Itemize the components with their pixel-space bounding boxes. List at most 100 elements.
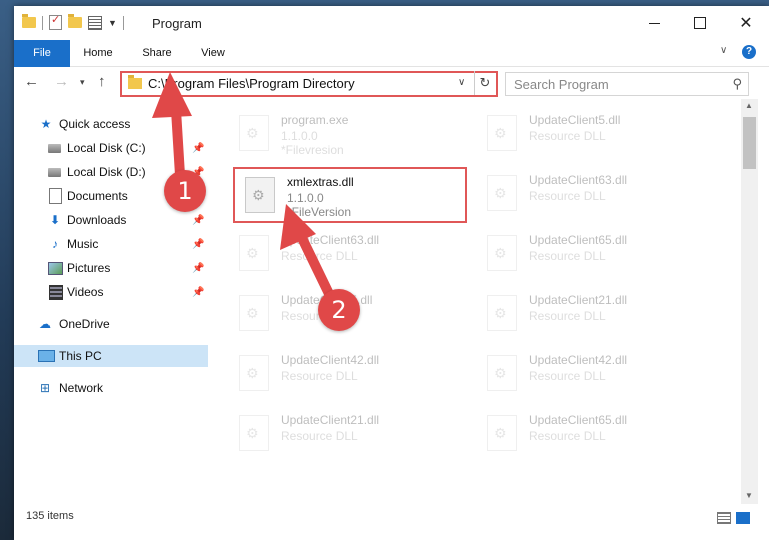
file-description: Resource DLL	[529, 309, 606, 323]
file-name: UpdateClient5.dll	[529, 113, 621, 127]
file-icon	[487, 295, 517, 331]
file-version: 1.1.0.0	[287, 191, 324, 205]
file-item[interactable]: UpdateClient42.dll Resource DLL	[229, 347, 459, 399]
vertical-scrollbar[interactable]: ▲ ▼	[741, 99, 758, 504]
toolbar-divider	[42, 15, 43, 30]
up-arrow-icon[interactable]: ↑	[98, 73, 106, 90]
file-name: UpdateClient42.dll	[281, 353, 380, 367]
address-bar[interactable]: C:\Program Files\Program Directory ∨ ↻	[120, 71, 498, 97]
pin-icon[interactable]: 📌	[192, 239, 204, 250]
file-name: UpdateClient65.dll	[529, 413, 628, 427]
sidebar-item-videos[interactable]: Videos 📌	[14, 281, 208, 303]
expand-ribbon-chevron-icon[interactable]: ∨	[720, 45, 727, 56]
search-icon[interactable]: ⚲	[732, 76, 742, 92]
file-icon	[487, 115, 517, 151]
picture-icon	[48, 261, 63, 275]
sidebar-item-label: Documents	[67, 189, 128, 203]
customize-toolbar-arrow-icon[interactable]: ▼	[108, 18, 117, 28]
sidebar-item-this-pc[interactable]: This PC	[14, 345, 208, 367]
scroll-down-arrow-icon[interactable]: ▼	[745, 491, 753, 500]
file-description: Resource DLL	[529, 249, 606, 263]
sidebar-item-label: Videos	[67, 285, 104, 299]
back-arrow-icon[interactable]: ←	[24, 73, 39, 90]
close-button[interactable]: ✕	[723, 6, 769, 40]
refresh-icon[interactable]: ↻	[474, 71, 495, 95]
step-1-badge: 1	[164, 170, 206, 212]
sidebar-item-label: Pictures	[67, 261, 111, 275]
minimize-button[interactable]	[631, 6, 677, 40]
file-icon	[239, 295, 269, 331]
new-folder-icon[interactable]	[68, 14, 82, 28]
file-icon	[239, 115, 269, 151]
maximize-icon	[694, 17, 706, 29]
search-placeholder: Search Program	[514, 77, 609, 92]
disk-icon	[48, 143, 61, 153]
address-dropdown-chevron-icon[interactable]: ∨	[458, 77, 465, 88]
help-icon[interactable]: ?	[742, 45, 756, 59]
ribbon-tabs: File Home Share View ∨ ?	[14, 40, 769, 92]
file-item[interactable]: UpdateClient5.dll Resource DLL	[477, 107, 707, 159]
file-item[interactable]: UpdateClient21.dll Resource DLL	[477, 287, 707, 339]
file-item[interactable]: UpdateClient65.dll Resource DLL	[477, 227, 707, 279]
file-icon	[239, 415, 269, 451]
sidebar-item-local-disk-c[interactable]: Local Disk (C:) 📌	[14, 137, 208, 159]
file-item[interactable]: UpdateClient63.dll Resource DLL	[477, 167, 707, 219]
address-path[interactable]: C:\Program Files\Program Directory	[148, 76, 355, 91]
file-name: UpdateClient42.dll	[529, 353, 628, 367]
scroll-thumb[interactable]	[743, 117, 756, 169]
pin-icon[interactable]: 📌	[192, 143, 204, 154]
file-list: program.exe 1.1.0.0 *Filevresion xmlextr…	[209, 99, 741, 504]
sidebar-item-music[interactable]: ♪ Music 📌	[14, 233, 208, 255]
file-name: UpdateClient21.dll	[529, 293, 628, 307]
video-icon	[49, 284, 63, 300]
file-item[interactable]: UpdateClient63.dll Resource DLL	[229, 227, 459, 279]
file-item[interactable]: UpdateClient21.dll Resource DLL	[229, 407, 459, 459]
toolbar-divider	[122, 15, 124, 30]
properties-check-icon[interactable]	[49, 13, 62, 30]
quick-access-toolbar: ▼	[22, 13, 124, 30]
file-name: program.exe	[281, 113, 349, 127]
file-description: Resource DLL	[529, 429, 606, 443]
file-item-highlighted[interactable]: xmlextras.dll 1.1.0.0 *FileVersion	[233, 167, 467, 223]
sidebar-item-quick-access[interactable]: ★ Quick access	[14, 113, 208, 135]
network-icon: ⊞	[39, 381, 51, 395]
sidebar-item-label: This PC	[59, 349, 102, 363]
title-bar: ▼ Program ✕	[14, 6, 769, 40]
details-view-icon[interactable]	[717, 512, 731, 524]
pin-icon[interactable]: 📌	[192, 287, 204, 298]
sidebar-item-label: Quick access	[59, 117, 131, 131]
recent-locations-chevron-icon[interactable]: ▾	[80, 77, 85, 88]
file-icon	[487, 415, 517, 451]
sidebar-item-downloads[interactable]: ⬇ Downloads 📌	[14, 209, 208, 231]
scroll-up-arrow-icon[interactable]: ▲	[745, 101, 753, 110]
sidebar-item-pictures[interactable]: Pictures 📌	[14, 257, 208, 279]
step-2-badge: 2	[318, 289, 360, 331]
file-explorer-window: ▼ Program ✕ File Home Share View ∨ ? ← →…	[14, 6, 769, 540]
large-icons-view-icon[interactable]	[736, 512, 750, 524]
status-bar: 135 items	[14, 506, 769, 540]
forward-arrow-icon[interactable]: →	[54, 73, 69, 90]
tab-share[interactable]: Share	[132, 40, 182, 66]
pin-icon[interactable]: 📌	[192, 215, 204, 226]
properties-icon[interactable]	[88, 15, 102, 30]
tab-view[interactable]: View	[192, 40, 234, 66]
download-icon: ⬇	[49, 213, 61, 227]
search-box[interactable]: Search Program ⚲	[505, 72, 749, 96]
cloud-icon: ☁	[39, 317, 51, 331]
sidebar-item-onedrive[interactable]: ☁ OneDrive	[14, 313, 208, 335]
file-icon	[239, 355, 269, 391]
file-description: *FileVersion	[287, 205, 352, 219]
tab-home[interactable]: Home	[74, 40, 122, 66]
file-item[interactable]: program.exe 1.1.0.0 *Filevresion	[229, 107, 459, 159]
file-item[interactable]: UpdateClient65.dll Resource DLL	[477, 407, 707, 459]
star-icon: ★	[40, 117, 52, 131]
maximize-button[interactable]	[677, 6, 723, 40]
minimize-icon	[648, 22, 660, 24]
file-item[interactable]: UpdateClient42.dll Resource DLL	[477, 347, 707, 399]
sidebar-item-network[interactable]: ⊞ Network	[14, 377, 208, 399]
file-version: 1.1.0.0	[281, 129, 318, 143]
pin-icon[interactable]: 📌	[192, 263, 204, 274]
sidebar-item-label: Network	[59, 381, 104, 395]
sidebar-item-label: Local Disk (D:)	[67, 165, 146, 179]
sidebar-item-label: Local Disk (C:)	[67, 141, 146, 155]
